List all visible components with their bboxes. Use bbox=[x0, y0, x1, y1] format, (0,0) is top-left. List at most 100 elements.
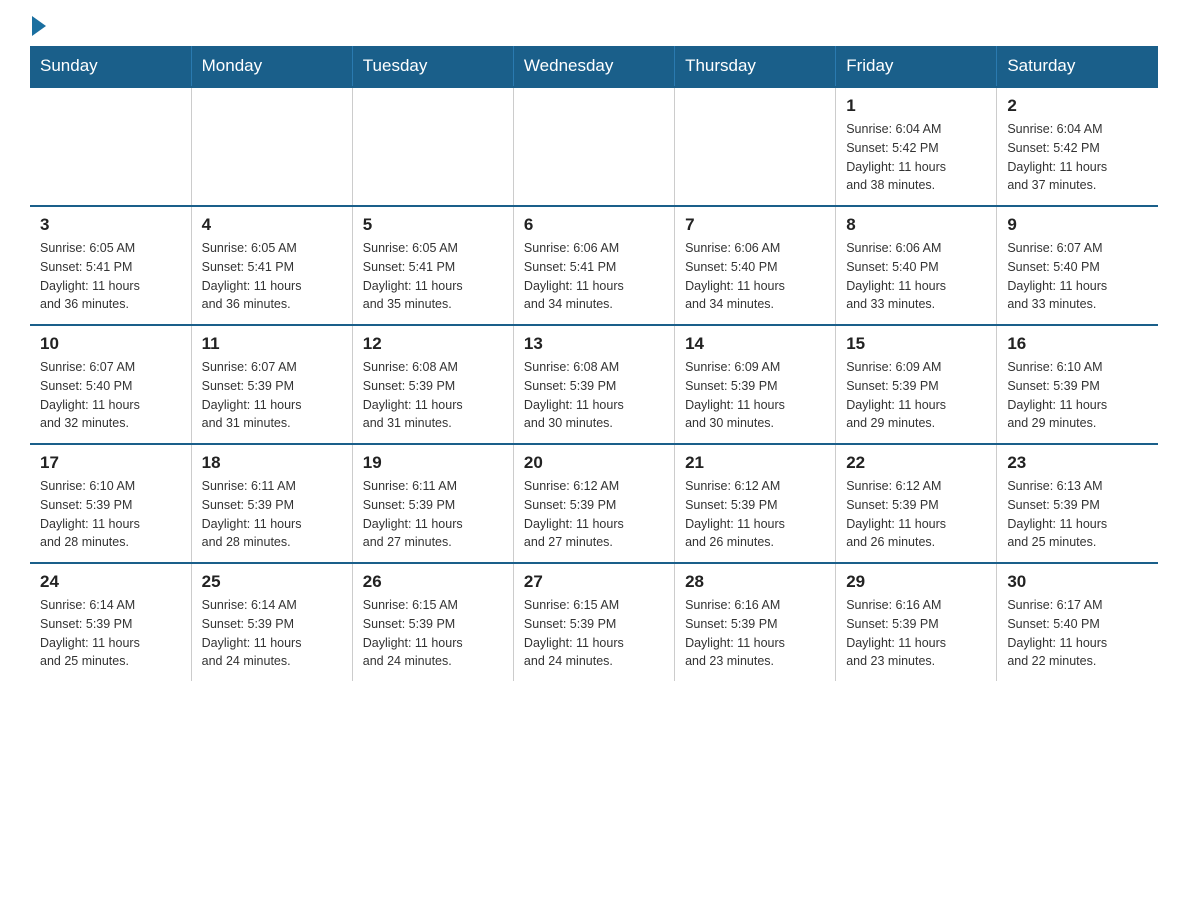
day-info: Sunrise: 6:12 AMSunset: 5:39 PMDaylight:… bbox=[524, 477, 664, 552]
logo bbox=[30, 20, 46, 36]
day-info: Sunrise: 6:08 AMSunset: 5:39 PMDaylight:… bbox=[363, 358, 503, 433]
calendar-cell: 13Sunrise: 6:08 AMSunset: 5:39 PMDayligh… bbox=[513, 325, 674, 444]
weekday-header-saturday: Saturday bbox=[997, 46, 1158, 87]
day-number: 20 bbox=[524, 453, 664, 473]
calendar-table: SundayMondayTuesdayWednesdayThursdayFrid… bbox=[30, 46, 1158, 681]
day-info: Sunrise: 6:15 AMSunset: 5:39 PMDaylight:… bbox=[363, 596, 503, 671]
day-info: Sunrise: 6:16 AMSunset: 5:39 PMDaylight:… bbox=[846, 596, 986, 671]
calendar-body: 1 Sunrise: 6:04 AMSunset: 5:42 PMDaylight… bbox=[30, 87, 1158, 681]
calendar-cell: 15 Sunrise: 6:09 AMSunset: 5:39 PMDayligh… bbox=[836, 325, 997, 444]
weekday-header-wednesday: Wednesday bbox=[513, 46, 674, 87]
day-info: Sunrise: 6:12 AMSunset: 5:39 PMDaylight:… bbox=[846, 477, 986, 552]
day-number: 14 bbox=[685, 334, 825, 354]
day-number: 26 bbox=[363, 572, 503, 592]
logo-arrow-icon bbox=[32, 16, 46, 36]
day-number: 29 bbox=[846, 572, 986, 592]
calendar-cell: 8Sunrise: 6:06 AMSunset: 5:40 PMDaylight… bbox=[836, 206, 997, 325]
calendar-cell: 30 Sunrise: 6:17 AMSunset: 5:40 PMDayligh… bbox=[997, 563, 1158, 681]
day-number: 15 bbox=[846, 334, 986, 354]
day-info: Sunrise: 6:10 AMSunset: 5:39 PMDaylight:… bbox=[1007, 358, 1148, 433]
calendar-week-3: 10 Sunrise: 6:07 AMSunset: 5:40 PMDayligh… bbox=[30, 325, 1158, 444]
day-info: Sunrise: 6:07 AMSunset: 5:40 PMDaylight:… bbox=[40, 358, 181, 433]
day-number: 16 bbox=[1007, 334, 1148, 354]
weekday-header-tuesday: Tuesday bbox=[352, 46, 513, 87]
calendar-week-2: 3 Sunrise: 6:05 AMSunset: 5:41 PMDaylight… bbox=[30, 206, 1158, 325]
calendar-cell: 14 Sunrise: 6:09 AMSunset: 5:39 PMDayligh… bbox=[675, 325, 836, 444]
day-info: Sunrise: 6:16 AMSunset: 5:39 PMDaylight:… bbox=[685, 596, 825, 671]
page-header bbox=[30, 20, 1158, 36]
calendar-cell bbox=[675, 87, 836, 206]
day-info: Sunrise: 6:06 AMSunset: 5:41 PMDaylight:… bbox=[524, 239, 664, 314]
day-number: 28 bbox=[685, 572, 825, 592]
calendar-cell bbox=[513, 87, 674, 206]
calendar-cell: 5Sunrise: 6:05 AMSunset: 5:41 PMDaylight… bbox=[352, 206, 513, 325]
calendar-cell: 27Sunrise: 6:15 AMSunset: 5:39 PMDayligh… bbox=[513, 563, 674, 681]
calendar-cell: 19Sunrise: 6:11 AMSunset: 5:39 PMDayligh… bbox=[352, 444, 513, 563]
calendar-cell: 23 Sunrise: 6:13 AMSunset: 5:39 PMDayligh… bbox=[997, 444, 1158, 563]
weekday-header-thursday: Thursday bbox=[675, 46, 836, 87]
weekday-header-monday: Monday bbox=[191, 46, 352, 87]
weekday-header-sunday: Sunday bbox=[30, 46, 191, 87]
day-number: 18 bbox=[202, 453, 342, 473]
day-number: 11 bbox=[202, 334, 342, 354]
calendar-cell: 2 Sunrise: 6:04 AMSunset: 5:42 PMDaylight… bbox=[997, 87, 1158, 206]
calendar-cell: 29 Sunrise: 6:16 AMSunset: 5:39 PMDayligh… bbox=[836, 563, 997, 681]
day-info: Sunrise: 6:12 AMSunset: 5:39 PMDaylight:… bbox=[685, 477, 825, 552]
day-number: 17 bbox=[40, 453, 181, 473]
calendar-cell bbox=[191, 87, 352, 206]
calendar-week-5: 24 Sunrise: 6:14 AMSunset: 5:39 PMDayligh… bbox=[30, 563, 1158, 681]
day-number: 23 bbox=[1007, 453, 1148, 473]
day-info: Sunrise: 6:13 AMSunset: 5:39 PMDaylight:… bbox=[1007, 477, 1148, 552]
day-number: 22 bbox=[846, 453, 986, 473]
day-number: 10 bbox=[40, 334, 181, 354]
calendar-cell: 7 Sunrise: 6:06 AMSunset: 5:40 PMDaylight… bbox=[675, 206, 836, 325]
calendar-cell: 25 Sunrise: 6:14 AMSunset: 5:39 PMDayligh… bbox=[191, 563, 352, 681]
calendar-cell: 17 Sunrise: 6:10 AMSunset: 5:39 PMDayligh… bbox=[30, 444, 191, 563]
calendar-cell: 9Sunrise: 6:07 AMSunset: 5:40 PMDaylight… bbox=[997, 206, 1158, 325]
day-info: Sunrise: 6:10 AMSunset: 5:39 PMDaylight:… bbox=[40, 477, 181, 552]
calendar-cell: 20 Sunrise: 6:12 AMSunset: 5:39 PMDayligh… bbox=[513, 444, 674, 563]
calendar-cell: 22 Sunrise: 6:12 AMSunset: 5:39 PMDayligh… bbox=[836, 444, 997, 563]
day-info: Sunrise: 6:04 AMSunset: 5:42 PMDaylight:… bbox=[846, 120, 986, 195]
calendar-cell: 24 Sunrise: 6:14 AMSunset: 5:39 PMDayligh… bbox=[30, 563, 191, 681]
day-info: Sunrise: 6:08 AMSunset: 5:39 PMDaylight:… bbox=[524, 358, 664, 433]
day-number: 7 bbox=[685, 215, 825, 235]
day-info: Sunrise: 6:15 AMSunset: 5:39 PMDaylight:… bbox=[524, 596, 664, 671]
day-number: 25 bbox=[202, 572, 342, 592]
calendar-cell: 4 Sunrise: 6:05 AMSunset: 5:41 PMDaylight… bbox=[191, 206, 352, 325]
day-info: Sunrise: 6:05 AMSunset: 5:41 PMDaylight:… bbox=[40, 239, 181, 314]
day-number: 8 bbox=[846, 215, 986, 235]
calendar-cell: 11Sunrise: 6:07 AMSunset: 5:39 PMDayligh… bbox=[191, 325, 352, 444]
calendar-cell bbox=[352, 87, 513, 206]
day-info: Sunrise: 6:09 AMSunset: 5:39 PMDaylight:… bbox=[685, 358, 825, 433]
weekday-header-friday: Friday bbox=[836, 46, 997, 87]
weekday-row: SundayMondayTuesdayWednesdayThursdayFrid… bbox=[30, 46, 1158, 87]
calendar-cell: 3 Sunrise: 6:05 AMSunset: 5:41 PMDaylight… bbox=[30, 206, 191, 325]
day-info: Sunrise: 6:14 AMSunset: 5:39 PMDaylight:… bbox=[202, 596, 342, 671]
day-number: 19 bbox=[363, 453, 503, 473]
calendar-cell: 28 Sunrise: 6:16 AMSunset: 5:39 PMDayligh… bbox=[675, 563, 836, 681]
day-number: 12 bbox=[363, 334, 503, 354]
day-info: Sunrise: 6:06 AMSunset: 5:40 PMDaylight:… bbox=[685, 239, 825, 314]
calendar-cell: 10 Sunrise: 6:07 AMSunset: 5:40 PMDayligh… bbox=[30, 325, 191, 444]
day-info: Sunrise: 6:11 AMSunset: 5:39 PMDaylight:… bbox=[202, 477, 342, 552]
day-number: 3 bbox=[40, 215, 181, 235]
day-number: 1 bbox=[846, 96, 986, 116]
day-number: 5 bbox=[363, 215, 503, 235]
day-info: Sunrise: 6:04 AMSunset: 5:42 PMDaylight:… bbox=[1007, 120, 1148, 195]
day-number: 2 bbox=[1007, 96, 1148, 116]
day-info: Sunrise: 6:09 AMSunset: 5:39 PMDaylight:… bbox=[846, 358, 986, 433]
day-info: Sunrise: 6:14 AMSunset: 5:39 PMDaylight:… bbox=[40, 596, 181, 671]
day-number: 4 bbox=[202, 215, 342, 235]
day-number: 30 bbox=[1007, 572, 1148, 592]
calendar-cell: 16 Sunrise: 6:10 AMSunset: 5:39 PMDayligh… bbox=[997, 325, 1158, 444]
calendar-header: SundayMondayTuesdayWednesdayThursdayFrid… bbox=[30, 46, 1158, 87]
day-number: 24 bbox=[40, 572, 181, 592]
calendar-cell: 26 Sunrise: 6:15 AMSunset: 5:39 PMDayligh… bbox=[352, 563, 513, 681]
day-number: 21 bbox=[685, 453, 825, 473]
day-info: Sunrise: 6:17 AMSunset: 5:40 PMDaylight:… bbox=[1007, 596, 1148, 671]
day-info: Sunrise: 6:05 AMSunset: 5:41 PMDaylight:… bbox=[202, 239, 342, 314]
calendar-cell: 18 Sunrise: 6:11 AMSunset: 5:39 PMDayligh… bbox=[191, 444, 352, 563]
day-number: 6 bbox=[524, 215, 664, 235]
calendar-cell bbox=[30, 87, 191, 206]
